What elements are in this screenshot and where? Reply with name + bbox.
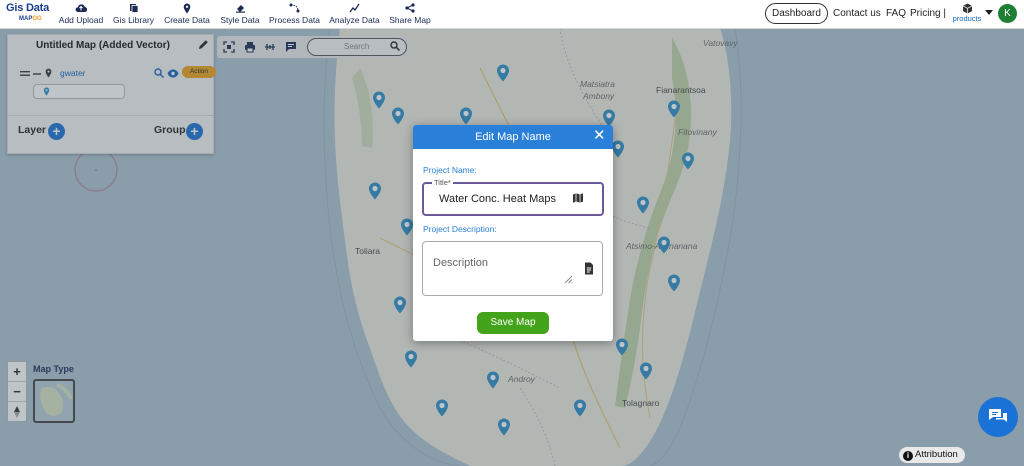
attribution-label: Attribution [915, 449, 958, 460]
title-field-legend: Title* [432, 178, 453, 187]
products-menu[interactable]: products [951, 3, 983, 23]
description-placeholder: Description [433, 257, 489, 269]
resize-grip-icon[interactable] [564, 275, 573, 284]
nav-share-map[interactable]: Share Map [388, 3, 432, 25]
gisdata-logo[interactable]: Gis Data MAPOG [6, 2, 52, 26]
title-input[interactable]: Water Conc. Heat Maps [439, 193, 559, 205]
library-icon [111, 3, 156, 14]
contact-us-link[interactable]: Contact us [833, 8, 881, 19]
nav-style-data[interactable]: Style Data [219, 3, 261, 25]
paint-icon [219, 3, 261, 14]
nav-gis-library[interactable]: Gis Library [111, 3, 156, 25]
nav-create-data[interactable]: Create Data [163, 3, 211, 25]
dialog-header: Edit Map Name ✕ [413, 125, 613, 149]
top-nav-bar: Gis Data MAPOG Add Upload Gis Library Cr… [0, 0, 1024, 29]
analyze-icon [328, 3, 381, 14]
dialog-title: Edit Map Name [475, 131, 551, 143]
chat-bubble-icon [989, 409, 1007, 422]
title-field[interactable]: Title* Water Conc. Heat Maps [422, 178, 604, 216]
project-description-label: Project Description: [423, 224, 497, 234]
close-icon[interactable]: ✕ [593, 128, 606, 144]
dashboard-button[interactable]: Dashboard [765, 3, 828, 24]
cloud-upload-icon [58, 3, 104, 14]
document-icon [585, 262, 593, 275]
process-icon [268, 3, 321, 14]
logo-subtext: MAPOG [19, 16, 42, 22]
nav-analyze-data[interactable]: Analyze Data [328, 3, 381, 25]
chevron-down-icon[interactable] [985, 10, 993, 15]
map-icon [573, 193, 583, 203]
logo-text: Gis Data [6, 2, 50, 14]
nav-process-data[interactable]: Process Data [268, 3, 321, 25]
info-icon: i [903, 451, 913, 461]
share-icon [388, 3, 432, 14]
edit-map-name-dialog: Edit Map Name ✕ Project Name: Title* Wat… [413, 125, 613, 341]
chat-button[interactable] [978, 397, 1018, 437]
user-avatar[interactable]: K [998, 4, 1017, 23]
save-map-button[interactable]: Save Map [477, 312, 549, 334]
description-textarea[interactable]: Description [422, 241, 603, 296]
attribution-toggle[interactable]: i Attribution [899, 447, 965, 463]
map-pin-icon [163, 3, 211, 14]
project-name-label: Project Name: [423, 165, 477, 175]
nav-add-upload[interactable]: Add Upload [58, 3, 104, 25]
cube-icon [962, 3, 972, 14]
pricing-link[interactable]: Pricing | [910, 8, 946, 19]
faq-link[interactable]: FAQ [886, 8, 906, 19]
